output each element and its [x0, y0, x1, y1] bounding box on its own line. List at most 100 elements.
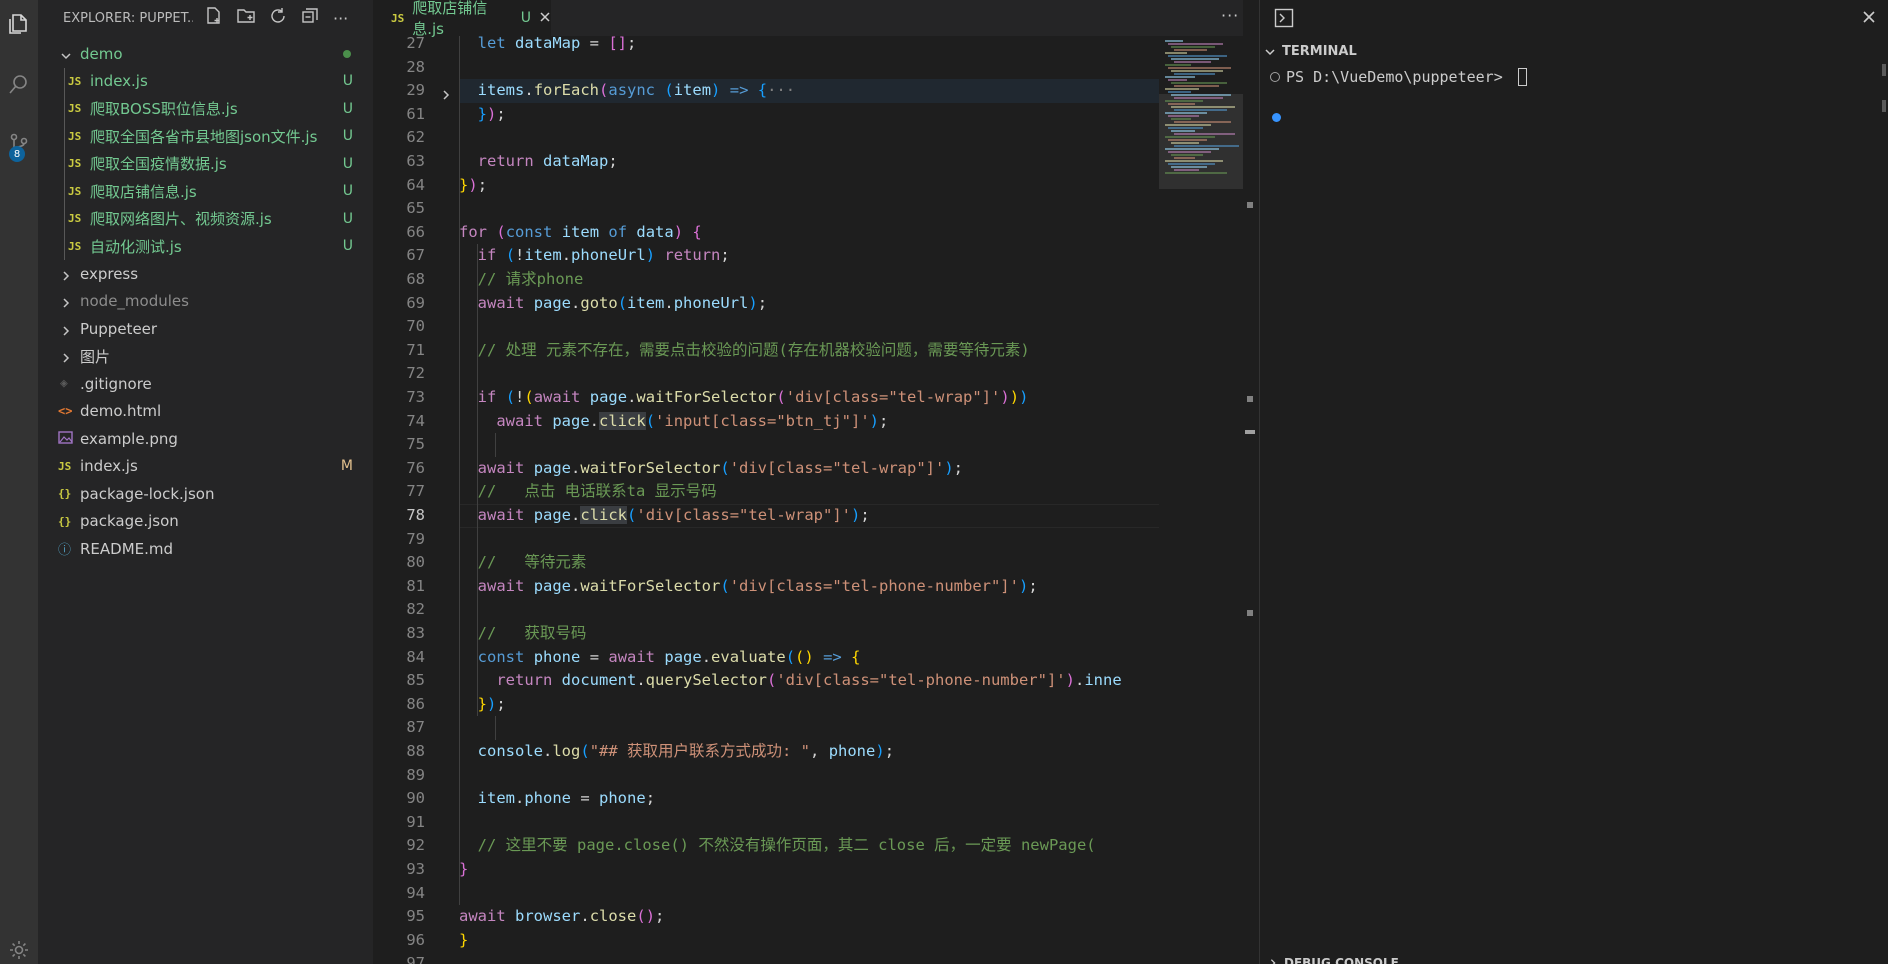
- code-line[interactable]: 92 // 这里不要 page.close() 不然没有操作页面，其二 clos…: [373, 834, 1159, 858]
- code-line[interactable]: 76 await page.waitForSelector('div[class…: [373, 457, 1159, 481]
- tree-file-index-js[interactable]: JS index.js U: [38, 68, 373, 96]
- tree-folder-node-modules[interactable]: node_modules: [38, 288, 373, 316]
- tree-file-root-index-js[interactable]: JS index.js M: [38, 453, 373, 481]
- code-line[interactable]: 83 // 获取号码: [373, 622, 1159, 646]
- code-line[interactable]: 64});: [373, 174, 1159, 198]
- terminal-icon[interactable]: [1274, 8, 1294, 32]
- code-line[interactable]: 75: [373, 433, 1159, 457]
- code-line[interactable]: 71 // 处理 元素不存在，需要点击校验的问题(存在机器校验问题，需要等待元素…: [373, 339, 1159, 363]
- code-line[interactable]: 66 for (const item of data) {: [373, 221, 1159, 245]
- code-line[interactable]: 97: [373, 952, 1159, 964]
- close-icon[interactable]: [539, 9, 551, 27]
- tree-folder-images[interactable]: 图片: [38, 343, 373, 371]
- tree-file-map-json[interactable]: JS 爬取全国各省市县地图json文件.js U: [38, 123, 373, 151]
- code-line[interactable]: 96}: [373, 929, 1159, 953]
- code-line[interactable]: 95 await browser.close();: [373, 905, 1159, 929]
- tree-file-package-json[interactable]: {} package.json: [38, 508, 373, 536]
- tree-file-readme[interactable]: ⓘ README.md: [38, 535, 373, 563]
- tree-folder-puppeteer[interactable]: Puppeteer: [38, 315, 373, 343]
- code-line[interactable]: 86 });: [373, 693, 1159, 717]
- code-line[interactable]: 63 return dataMap;: [373, 150, 1159, 174]
- code-line[interactable]: 88 console.log("## 获取用户联系方式成功: ", phone)…: [373, 740, 1159, 764]
- code-line[interactable]: 29 items.forEach(async (item) => {···: [373, 79, 1159, 103]
- editor-scrollbar[interactable]: [1243, 36, 1257, 964]
- refresh-icon[interactable]: [269, 7, 287, 29]
- code-line[interactable]: 94: [373, 882, 1159, 906]
- code-line[interactable]: 79: [373, 528, 1159, 552]
- tree-file-epidemic[interactable]: JS 爬取全国疫情数据.js U: [38, 150, 373, 178]
- code-line[interactable]: 85 return document.querySelector('div[cl…: [373, 669, 1159, 693]
- minimap-line: [1165, 148, 1219, 150]
- code-line[interactable]: 72: [373, 362, 1159, 386]
- settings-gear-icon[interactable]: [0, 930, 38, 964]
- code-line[interactable]: 81 await page.waitForSelector('div[class…: [373, 575, 1159, 599]
- code-line[interactable]: 84 const phone = await page.evaluate(() …: [373, 646, 1159, 670]
- tree-folder-express[interactable]: express: [38, 260, 373, 288]
- code-line[interactable]: 62: [373, 126, 1159, 150]
- code-text: item.phone = phone;: [477, 789, 656, 808]
- json-file-icon: {}: [58, 487, 72, 501]
- scroll-marker: [1247, 610, 1253, 616]
- editor-more-actions-icon[interactable]: ···: [1221, 6, 1239, 25]
- tab-bar: JS 爬取店铺信息.js U ···: [373, 0, 1243, 38]
- tree-file-gitignore[interactable]: ◈ .gitignore: [38, 370, 373, 398]
- terminal-section-header[interactable]: TERMINAL: [1264, 44, 1357, 59]
- debug-console-header[interactable]: DEBUG CONSOLE: [1268, 956, 1399, 964]
- search-icon[interactable]: [0, 64, 38, 104]
- minimap-line: [1165, 172, 1227, 174]
- code-line[interactable]: 91: [373, 811, 1159, 835]
- explorer-header: EXPLORER: PUPPET... ···: [38, 0, 373, 36]
- code-line[interactable]: 65: [373, 197, 1159, 221]
- new-folder-icon[interactable]: [237, 7, 255, 29]
- code-editor[interactable]: 27 let dataMap = []; 28 29 items.forEach(a…: [373, 36, 1159, 964]
- chevron-down-icon: [60, 48, 72, 60]
- code-line[interactable]: 80 // 等待元素: [373, 551, 1159, 575]
- collapse-all-icon[interactable]: [301, 7, 319, 29]
- code-line[interactable]: 27 let dataMap = [];: [373, 36, 1159, 56]
- tree-file-media[interactable]: JS 爬取网络图片、视频资源.js U: [38, 205, 373, 233]
- code-line[interactable]: 90 item.phone = phone;: [373, 787, 1159, 811]
- tree-file-example-png[interactable]: example.png: [38, 425, 373, 453]
- minimap-line: [1174, 109, 1227, 111]
- tab-git-status: U: [520, 10, 531, 26]
- code-line[interactable]: 73 if (!(await page.waitForSelector('div…: [373, 386, 1159, 410]
- code-line[interactable]: 28: [373, 56, 1159, 80]
- code-text: // 获取号码: [477, 624, 587, 642]
- code-line[interactable]: 93}: [373, 858, 1159, 882]
- chevron-right-icon: [60, 350, 72, 363]
- tree-folder-demo[interactable]: demo: [38, 40, 373, 68]
- code-text: await page.goto(item.phoneUrl);: [477, 293, 768, 312]
- minimap-line: [1174, 61, 1211, 63]
- source-control-icon[interactable]: 8: [0, 124, 38, 164]
- tree-item-label: 自动化测试.js: [90, 237, 182, 256]
- more-actions-icon[interactable]: ···: [333, 9, 348, 28]
- tree-file-autotest[interactable]: JS 自动化测试.js U: [38, 233, 373, 261]
- explorer-icon[interactable]: [0, 4, 38, 44]
- code-line[interactable]: 78 await page.click('div[class="tel-wrap…: [373, 504, 1159, 528]
- git-icon: ◈: [60, 376, 68, 392]
- code-line[interactable]: 74 await page.click('input[class="btn_tj…: [373, 410, 1159, 434]
- terminal-prompt-line[interactable]: PS D:\VueDemo\puppeteer>: [1270, 68, 1527, 86]
- code-line[interactable]: 87: [373, 716, 1159, 740]
- code-line[interactable]: 77 // 点击 电话联系ta 显示号码: [373, 480, 1159, 504]
- close-panel-icon[interactable]: [1862, 9, 1876, 28]
- code-line[interactable]: 67 if (!item.phoneUrl) return;: [373, 244, 1159, 268]
- tree-file-boss[interactable]: JS 爬取BOSS职位信息.js U: [38, 95, 373, 123]
- minimap[interactable]: [1159, 36, 1243, 964]
- code-line[interactable]: 89: [373, 764, 1159, 788]
- tree-file-demo-html[interactable]: <> demo.html: [38, 398, 373, 426]
- minimap-line: [1174, 133, 1235, 135]
- tab-label: 爬取店铺信息.js: [412, 0, 488, 38]
- code-line[interactable]: 70: [373, 315, 1159, 339]
- tab-active-file[interactable]: JS 爬取店铺信息.js U: [373, 0, 551, 38]
- new-file-icon[interactable]: [205, 7, 223, 29]
- js-file-icon: JS: [68, 129, 82, 143]
- tree-file-package-lock[interactable]: {} package-lock.json: [38, 480, 373, 508]
- panel-scrollbar[interactable]: [1882, 0, 1888, 964]
- code-line[interactable]: 68 // 请求phone: [373, 268, 1159, 292]
- tree-file-shop-info[interactable]: JS 爬取店铺信息.js U: [38, 178, 373, 206]
- line-number: 82: [406, 600, 425, 619]
- code-line[interactable]: 61 });: [373, 103, 1159, 127]
- code-line[interactable]: 69 await page.goto(item.phoneUrl);: [373, 292, 1159, 316]
- code-line[interactable]: 82: [373, 598, 1159, 622]
